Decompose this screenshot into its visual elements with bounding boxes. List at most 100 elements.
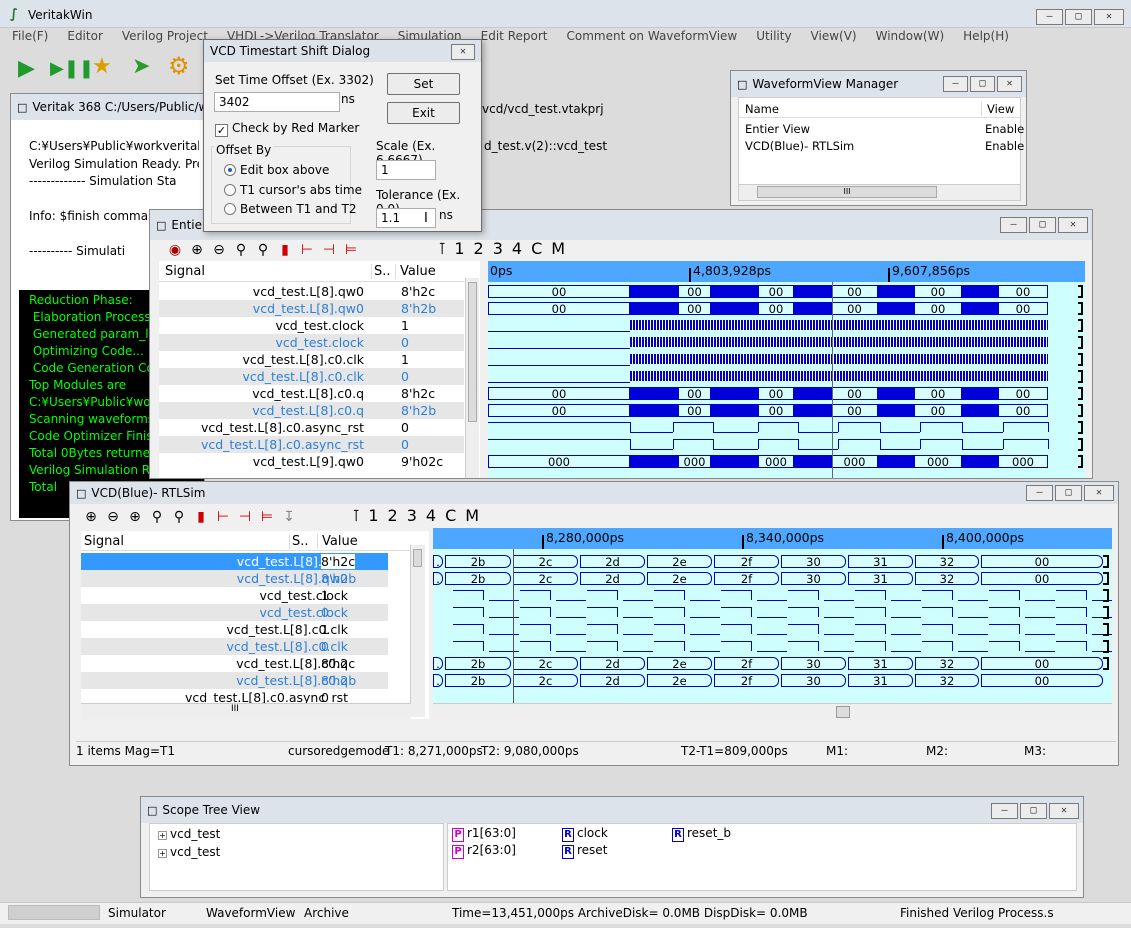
manager-minimize[interactable]: — bbox=[943, 76, 968, 92]
zoom-next-icon[interactable]: ⚲ bbox=[252, 240, 274, 260]
red-marker-checkbox[interactable]: ✓ Check by Red Marker bbox=[215, 121, 359, 137]
rtl-maximize[interactable]: □ bbox=[1055, 485, 1082, 501]
set-button[interactable]: Set bbox=[387, 73, 460, 95]
rtl-hdr-value[interactable]: Value bbox=[317, 534, 358, 549]
signal-row[interactable]: vcd_test.L[8].c0.clk 0 bbox=[159, 368, 464, 385]
manager-col-view[interactable]: View bbox=[981, 102, 1014, 116]
signal-row[interactable]: vcd_test.clock 1 bbox=[81, 587, 388, 604]
signal-row[interactable]: vcd_test.clock 1 bbox=[159, 317, 464, 334]
build-icon[interactable]: ➤ bbox=[132, 54, 150, 79]
edge-next-icon[interactable]: ⊣ bbox=[234, 507, 256, 527]
offset-radio-1[interactable]: T1 cursor's abs time bbox=[224, 181, 362, 201]
entier-t1-cursor[interactable] bbox=[832, 282, 833, 478]
scale-input[interactable]: 1 bbox=[376, 160, 436, 180]
signal-row[interactable]: vcd_test.L[8].qw0 8'h2c bbox=[81, 553, 388, 570]
menu-item-2[interactable]: Verilog Project bbox=[110, 29, 215, 47]
step-icon[interactable]: ▶❚❚ bbox=[50, 58, 94, 79]
scope-maximize[interactable]: □ bbox=[1020, 803, 1047, 819]
entier-wave-panel[interactable]: 0ps 4,803,928ps 9,607,856ps 00 00 00 00 00 00 00… bbox=[488, 261, 1085, 478]
marker-button-4[interactable]: 4 bbox=[512, 239, 522, 258]
entier-vscroll[interactable] bbox=[465, 278, 479, 478]
edge-next-icon[interactable]: ⊣ bbox=[318, 240, 340, 260]
manager-close[interactable]: ✕ bbox=[997, 76, 1022, 92]
minimize-button[interactable]: — bbox=[1036, 9, 1063, 25]
tree-node[interactable]: + vcd_test bbox=[158, 827, 220, 841]
scope-minimize[interactable]: — bbox=[991, 803, 1018, 819]
marker-icon[interactable]: ▮ bbox=[274, 240, 296, 260]
run-icon[interactable]: ▶ bbox=[18, 56, 35, 81]
cursor-icon[interactable]: ⊺ bbox=[438, 239, 446, 258]
exit-button[interactable]: Exit bbox=[387, 102, 460, 124]
marker-button-3[interactable]: 3 bbox=[493, 239, 503, 258]
cursor-icon[interactable]: ⊺ bbox=[352, 506, 360, 525]
marker-button-4[interactable]: 4 bbox=[426, 506, 436, 525]
zoom-prev-icon[interactable]: ⚲ bbox=[146, 507, 168, 527]
scope-var-item[interactable]: Rclock bbox=[562, 826, 608, 842]
marker-icon[interactable]: ▮ bbox=[190, 507, 212, 527]
rtl-wave-hscroll[interactable] bbox=[433, 703, 1112, 721]
scope-var-item[interactable]: Rreset bbox=[562, 843, 607, 859]
pin-icon[interactable]: ↧ bbox=[278, 507, 300, 527]
signal-row[interactable]: vcd_test.L[8].c0.async_rst 0 bbox=[159, 419, 464, 436]
signal-row[interactable]: vcd_test.L[8].c0.clk 1 bbox=[81, 621, 388, 638]
marker-button-C[interactable]: C bbox=[445, 506, 456, 525]
expand-icon[interactable]: + bbox=[158, 831, 167, 840]
rtl-hscroll-grip[interactable]: III bbox=[231, 704, 239, 714]
marker-button-2[interactable]: 2 bbox=[474, 239, 484, 258]
rtl-vscroll[interactable] bbox=[410, 545, 425, 717]
compile-icon[interactable]: ★ bbox=[92, 54, 112, 79]
dialog-close[interactable]: ✕ bbox=[451, 44, 475, 60]
marker-button-M[interactable]: M bbox=[551, 239, 565, 258]
manager-row[interactable]: VCD(Blue)- RTLSim Enable bbox=[739, 139, 1024, 156]
menu-item-0[interactable]: File(F) bbox=[0, 29, 55, 47]
offset-input[interactable]: 3402 bbox=[214, 92, 340, 112]
signal-row[interactable]: vcd_test.clock 0 bbox=[159, 334, 464, 351]
manager-hscroll[interactable]: III bbox=[739, 184, 1020, 200]
scope-var-item[interactable]: Rreset_b bbox=[672, 826, 731, 842]
scope-var-item[interactable]: Pr1[63:0] bbox=[452, 826, 516, 842]
signal-row[interactable]: vcd_test.L[8].c0.clk 1 bbox=[159, 351, 464, 368]
tree-node[interactable]: + vcd_test bbox=[158, 845, 220, 859]
marker-button-M[interactable]: M bbox=[465, 506, 479, 525]
entier-hdr-signal[interactable]: Signal bbox=[165, 264, 205, 279]
edge-both-icon[interactable]: ⊨ bbox=[340, 240, 362, 260]
signal-row[interactable]: vcd_test.L[8].c0.q 8'h2b bbox=[159, 402, 464, 419]
expand-icon[interactable]: + bbox=[158, 849, 167, 858]
zoom-in-icon[interactable]: ⊕ bbox=[80, 507, 102, 527]
menu-item-1[interactable]: Editor bbox=[55, 29, 110, 47]
manager-col-name[interactable]: Name bbox=[745, 102, 779, 116]
signal-row[interactable]: vcd_test.L[8].qw0 8'h2c bbox=[159, 283, 464, 300]
marker-button-2[interactable]: 2 bbox=[388, 506, 398, 525]
rtl-wave-panel[interactable]: 8,280,000ps 8,340,000ps 8,400,000ps . 2b 2c 2… bbox=[433, 528, 1112, 721]
rtl-hdr-s[interactable]: S.. bbox=[289, 534, 309, 549]
signal-row[interactable]: vcd_test.L[8].qw0 8'h2b bbox=[81, 570, 388, 587]
zoom-out-icon[interactable]: ⊖ bbox=[208, 240, 230, 260]
signal-row[interactable]: vcd_test.clock 0 bbox=[81, 604, 388, 621]
offset-radio-0[interactable]: Edit box above bbox=[224, 161, 362, 181]
marker-button-1[interactable]: 1 bbox=[368, 506, 378, 525]
menu-item-9[interactable]: Window(W) bbox=[864, 29, 952, 47]
entier-hdr-value[interactable]: Value bbox=[395, 264, 436, 279]
signal-row[interactable]: vcd_test.L[8].c0.q 8'h2b bbox=[81, 672, 388, 689]
rtl-hscroll[interactable]: III bbox=[81, 703, 411, 719]
rtl-close[interactable]: ✕ bbox=[1084, 485, 1114, 501]
zoom-fit-icon[interactable]: ◉ bbox=[164, 240, 186, 260]
entier-minimize[interactable]: — bbox=[1000, 217, 1027, 233]
entier-close[interactable]: ✕ bbox=[1058, 217, 1088, 233]
rtl-t1-cursor[interactable] bbox=[513, 549, 514, 721]
signal-row[interactable]: vcd_test.L[9].qw0 9'h02c bbox=[159, 453, 464, 470]
menu-item-8[interactable]: View(V) bbox=[799, 29, 864, 47]
menu-item-6[interactable]: Comment on WaveformView bbox=[554, 29, 744, 47]
zoom-in-icon[interactable]: ⊕ bbox=[186, 240, 208, 260]
manager-maximize[interactable]: □ bbox=[970, 76, 995, 92]
manager-row[interactable]: Entier View Enable bbox=[739, 122, 1024, 139]
edge-both-icon[interactable]: ⊨ bbox=[256, 507, 278, 527]
signal-row[interactable]: vcd_test.L[8].c0.async_rst 0 bbox=[159, 436, 464, 453]
rtl-hdr-signal[interactable]: Signal bbox=[84, 534, 124, 549]
signal-row[interactable]: vcd_test.L[8].c0.q 8'h2c bbox=[81, 655, 388, 672]
rtl-minimize[interactable]: — bbox=[1026, 485, 1053, 501]
signal-row[interactable]: vcd_test.L[8].c0.clk 0 bbox=[81, 638, 388, 655]
marker-button-3[interactable]: 3 bbox=[407, 506, 417, 525]
close-button[interactable]: ✕ bbox=[1094, 9, 1124, 25]
offset-radio-2[interactable]: Between T1 and T2 bbox=[224, 200, 362, 220]
